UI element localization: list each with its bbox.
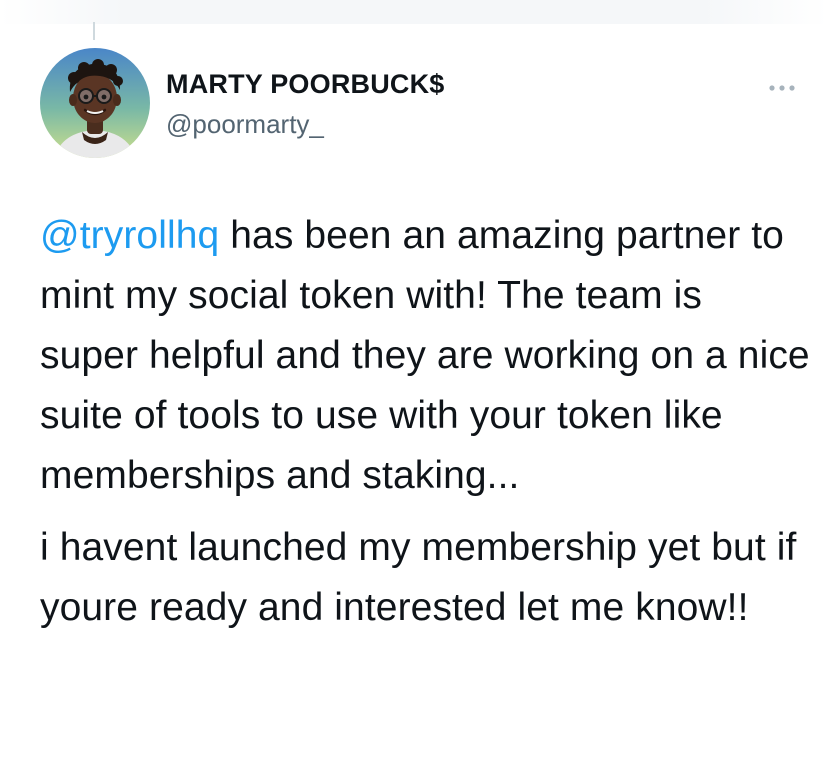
previous-tweet-fade xyxy=(0,0,828,24)
tweet-header: MARTY POORBUCK$ @poormarty_ xyxy=(40,48,800,160)
tweet-text: @tryrollhq has been an amazing partner t… xyxy=(40,206,810,638)
avatar-3d-character-icon xyxy=(40,48,150,158)
author-handle[interactable]: @poormarty_ xyxy=(166,108,445,140)
more-options-button[interactable] xyxy=(764,78,800,98)
author-display-name[interactable]: MARTY POORBUCK$ xyxy=(166,68,445,100)
author-avatar[interactable] xyxy=(40,48,150,158)
author-names: MARTY POORBUCK$ @poormarty_ xyxy=(166,68,445,140)
tweet-paragraph-1: @tryrollhq has been an amazing partner t… xyxy=(40,206,810,506)
more-horizontal-icon xyxy=(769,85,795,91)
tweet-paragraph-2: i havent launched my membership yet but … xyxy=(40,526,797,629)
thread-connector-line xyxy=(93,22,95,40)
mention-link[interactable]: @tryrollhq xyxy=(40,214,219,257)
